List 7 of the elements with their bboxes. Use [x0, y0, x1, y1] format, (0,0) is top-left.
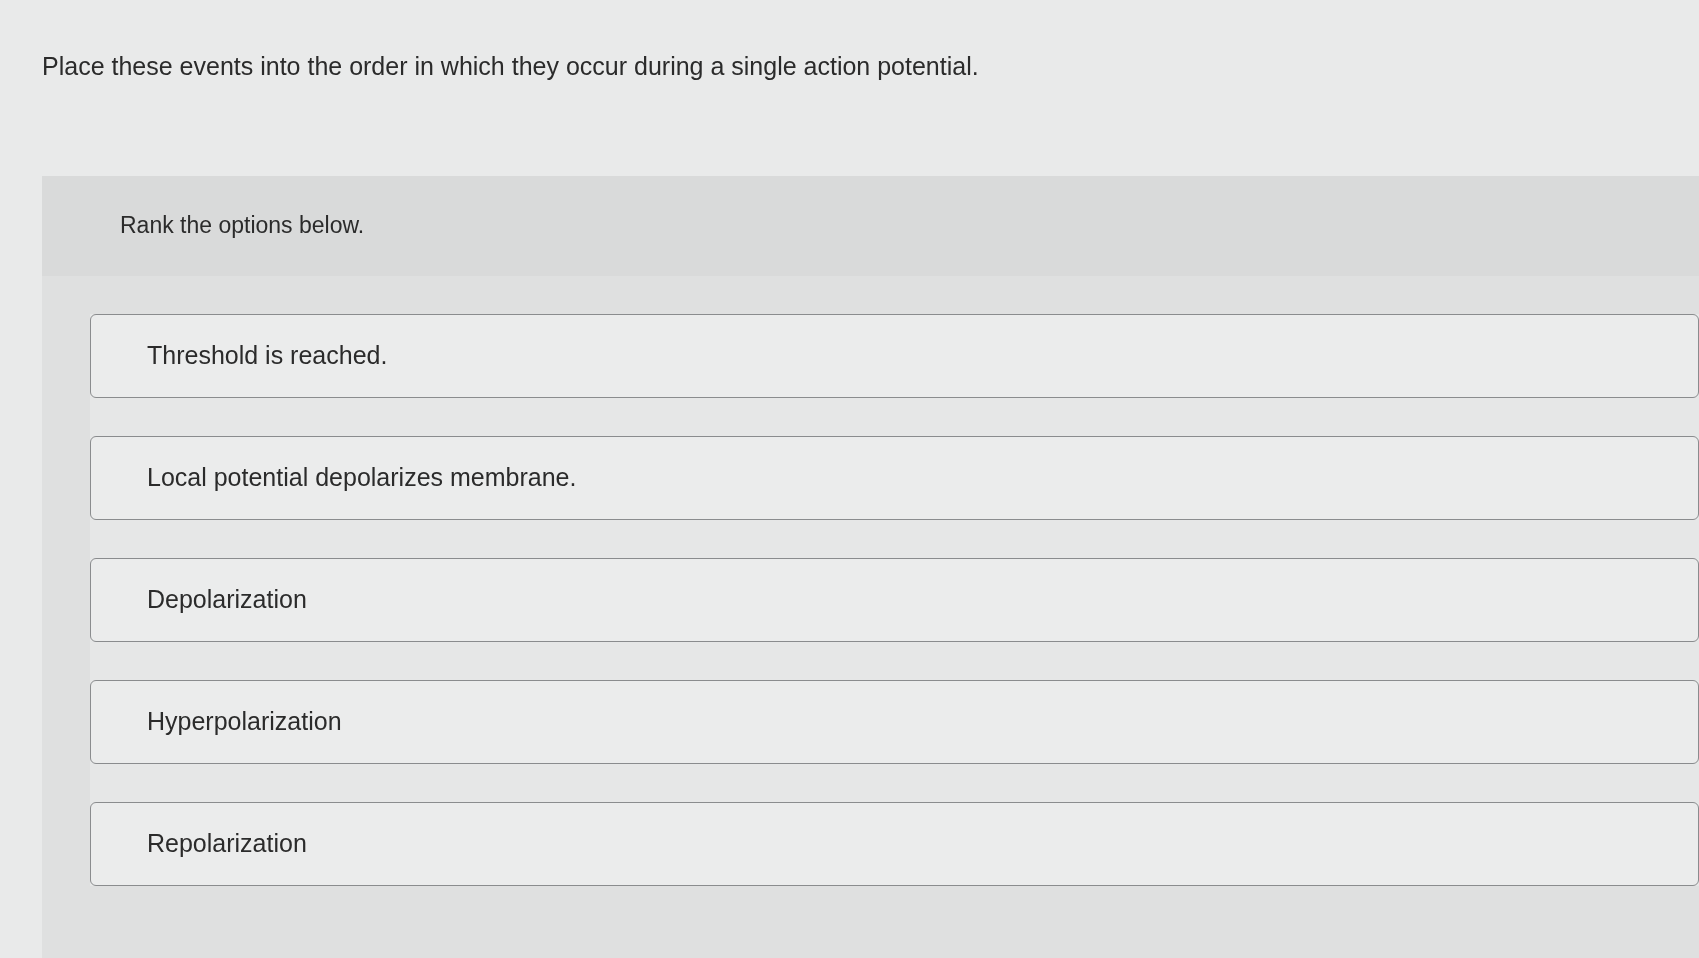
- rank-option[interactable]: Depolarization: [90, 557, 1699, 642]
- question-text: Place these events into the order in which they occur during a single action potential.: [42, 51, 979, 82]
- rank-option[interactable]: Local potential depolarizes membrane.: [90, 435, 1699, 520]
- rank-option[interactable]: Threshold is reached.: [90, 313, 1699, 398]
- rank-option[interactable]: Hyperpolarization: [90, 679, 1699, 764]
- rank-option[interactable]: Repolarization: [90, 801, 1699, 886]
- instruction-text: Rank the options below.: [120, 211, 365, 241]
